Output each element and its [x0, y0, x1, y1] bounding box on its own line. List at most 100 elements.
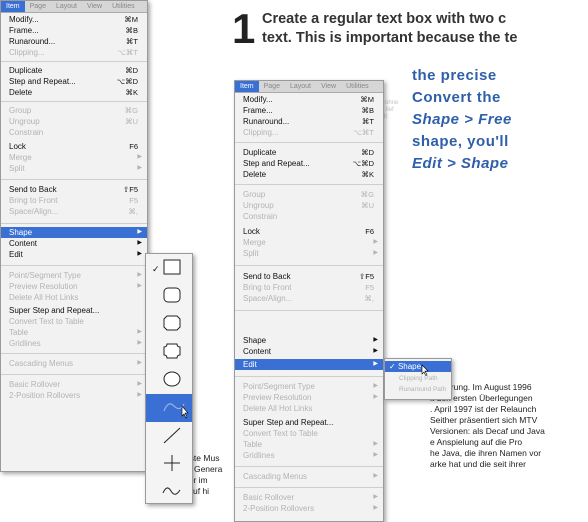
- menu-item-label: Shape: [397, 362, 422, 371]
- menu-item-frame[interactable]: Frame... ⌘B: [235, 105, 383, 116]
- menu-item-delete[interactable]: Delete ⌘K: [235, 169, 383, 180]
- menu-item-label: Delete All Hot Links: [9, 293, 79, 302]
- menubar-item-item[interactable]: Item: [235, 81, 259, 92]
- menu-item-shape[interactable]: Shape ▶: [1, 227, 147, 238]
- menu-separator: [1, 179, 147, 180]
- menu-item-delete[interactable]: Delete ⌘K: [1, 87, 147, 98]
- shortcut: ⌥⌘T: [353, 128, 374, 137]
- menu-item-content[interactable]: Content ▶: [235, 346, 383, 357]
- line-option[interactable]: [146, 422, 192, 450]
- menu-item-group[interactable]: Group ⌘G: [235, 189, 383, 200]
- menu-item-shape[interactable]: Shape ▶: [235, 335, 383, 346]
- menu-item-space-align[interactable]: Space/Align... ⌘,: [235, 293, 383, 304]
- menu-item-edit[interactable]: Edit ▶: [1, 249, 147, 260]
- menu-item-frame[interactable]: Frame... ⌘B: [1, 25, 147, 36]
- menu-item-label: Lock: [243, 227, 260, 236]
- menu-item-2-position-rollovers[interactable]: 2-Position Rollovers ▶: [235, 503, 383, 514]
- menu-item-bring-to-front[interactable]: Bring to Front F5: [1, 195, 147, 206]
- submenu-arrow-icon: ▶: [373, 348, 378, 354]
- rounded-rectangle-shape-icon: [163, 287, 181, 303]
- menu-item-point-segment-type[interactable]: Point/Segment Type ▶: [1, 270, 147, 281]
- menu-item-group[interactable]: Group ⌘G: [1, 105, 147, 116]
- menu-item-table[interactable]: Table ▶: [235, 439, 383, 450]
- menu-item-split[interactable]: Split ▶: [235, 248, 383, 259]
- menubar-item-view[interactable]: View: [316, 81, 341, 92]
- menu-item-merge[interactable]: Merge ▶: [1, 152, 147, 163]
- menubar-item-item[interactable]: Item: [1, 1, 25, 12]
- shortcut: ⌘M: [124, 15, 138, 24]
- submenu-item-shape[interactable]: ✓ Shape: [385, 361, 451, 376]
- menu-item-convert-text-to-table[interactable]: Convert Text to Table: [1, 316, 147, 327]
- menu-item-merge[interactable]: Merge ▶: [235, 237, 383, 248]
- menu-item-runaround[interactable]: Runaround... ⌘T: [1, 36, 147, 47]
- menu-item-step-repeat[interactable]: Step and Repeat... ⌥⌘D: [235, 158, 383, 169]
- menu-item-edit[interactable]: Edit ▶: [235, 359, 383, 370]
- menu-item-delete-all-hot-links[interactable]: Delete All Hot Links: [235, 403, 383, 414]
- rectangle-shape-option[interactable]: ✓: [146, 254, 192, 282]
- submenu-item-clipping-path[interactable]: Clipping Path: [385, 373, 451, 384]
- shortcut: ⌘K: [361, 170, 374, 179]
- menu-item-modify[interactable]: Modify... ⌘M: [1, 14, 147, 25]
- menu-item-constrain[interactable]: Constrain: [1, 127, 147, 138]
- menu-item-label: Point/Segment Type: [9, 271, 81, 280]
- beveled-corner-shape-option[interactable]: [146, 310, 192, 338]
- bezier-shape-option[interactable]: [146, 394, 192, 422]
- menu-item-send-to-back[interactable]: Send to Back ⇧F5: [1, 184, 147, 195]
- menu-separator: [1, 101, 147, 102]
- oval-shape-option[interactable]: [146, 366, 192, 394]
- menu-item-split[interactable]: Split ▶: [1, 163, 147, 174]
- menu-item-basic-rollover[interactable]: Basic Rollover ▶: [235, 492, 383, 503]
- bezier-line-option[interactable]: [146, 478, 192, 506]
- menu-item-super-step-repeat[interactable]: Super Step and Repeat...: [235, 417, 383, 428]
- menu-item-lock[interactable]: Lock F6: [235, 226, 383, 237]
- menu-item-preview-resolution[interactable]: Preview Resolution ▶: [1, 281, 147, 292]
- menu-item-step-repeat[interactable]: Step and Repeat... ⌥⌘D: [1, 76, 147, 87]
- menu-item-cascading-menus[interactable]: Cascading Menus ▶: [235, 471, 383, 482]
- menu-item-gridlines[interactable]: Gridlines ▶: [1, 338, 147, 349]
- menu-item-bring-to-front[interactable]: Bring to Front F5: [235, 282, 383, 293]
- menu-item-super-step-repeat[interactable]: Super Step and Repeat...: [1, 305, 147, 316]
- menu-item-send-to-back[interactable]: Send to Back ⇧F5: [235, 271, 383, 282]
- submenu-arrow-icon: ▶: [137, 381, 142, 387]
- menu-item-2-position-rollovers[interactable]: 2-Position Rollovers ▶: [1, 390, 147, 401]
- menu-item-runaround[interactable]: Runaround... ⌘T: [235, 116, 383, 127]
- shortcut: ⌘U: [361, 201, 374, 210]
- menubar-item-view[interactable]: View: [82, 1, 107, 12]
- shortcut: ⌘U: [125, 117, 138, 126]
- menu-item-label: Split: [9, 164, 25, 173]
- menu-item-delete-all-hot-links[interactable]: Delete All Hot Links: [1, 292, 147, 303]
- menu-item-preview-resolution[interactable]: Preview Resolution ▶: [235, 392, 383, 403]
- shortcut: ⌥⌘D: [352, 159, 374, 168]
- menu-item-ungroup[interactable]: Ungroup ⌘U: [235, 200, 383, 211]
- menubar-item-layout[interactable]: Layout: [51, 1, 82, 12]
- submenu-arrow-icon: ▶: [373, 239, 378, 245]
- menu-item-gridlines[interactable]: Gridlines ▶: [235, 450, 383, 461]
- rounded-rectangle-shape-option[interactable]: [146, 282, 192, 310]
- concave-corner-shape-option[interactable]: [146, 338, 192, 366]
- menu-item-content[interactable]: Content ▶: [1, 238, 147, 249]
- menu-item-basic-rollover[interactable]: Basic Rollover ▶: [1, 379, 147, 390]
- submenu-item-runaround-path[interactable]: Runaround Path: [385, 384, 451, 395]
- menu-item-clipping[interactable]: Clipping... ⌥⌘T: [235, 127, 383, 138]
- menu-item-lock[interactable]: Lock F6: [1, 141, 147, 152]
- menu-item-convert-text-to-table[interactable]: Convert Text to Table: [235, 428, 383, 439]
- menu-item-duplicate[interactable]: Duplicate ⌘D: [235, 147, 383, 158]
- body-line-2: Convert the: [412, 89, 501, 106]
- menu-item-cascading-menus[interactable]: Cascading Menus ▶: [1, 358, 147, 369]
- menubar-item-page[interactable]: Page: [25, 1, 51, 12]
- menu-separator: [235, 265, 383, 266]
- menubar-item-layout[interactable]: Layout: [285, 81, 316, 92]
- menubar-item-page[interactable]: Page: [259, 81, 285, 92]
- orthogonal-line-option[interactable]: [146, 450, 192, 478]
- menu-item-ungroup[interactable]: Ungroup ⌘U: [1, 116, 147, 127]
- menu-item-modify[interactable]: Modify... ⌘M: [235, 94, 383, 105]
- menu-item-space-align[interactable]: Space/Align... ⌘,: [1, 206, 147, 217]
- menu-item-constrain[interactable]: Constrain: [235, 211, 383, 222]
- menu-item-point-segment-type[interactable]: Point/Segment Type ▶: [235, 381, 383, 392]
- menu-item-clipping[interactable]: Clipping... ⌥⌘T: [1, 47, 147, 58]
- shortcut: ⌘K: [125, 88, 138, 97]
- menu-item-table[interactable]: Table ▶: [1, 327, 147, 338]
- menubar-item-utilities[interactable]: Utilities: [341, 81, 374, 92]
- menu-item-duplicate[interactable]: Duplicate ⌘D: [1, 65, 147, 76]
- menubar-item-utilities[interactable]: Utilities: [107, 1, 140, 12]
